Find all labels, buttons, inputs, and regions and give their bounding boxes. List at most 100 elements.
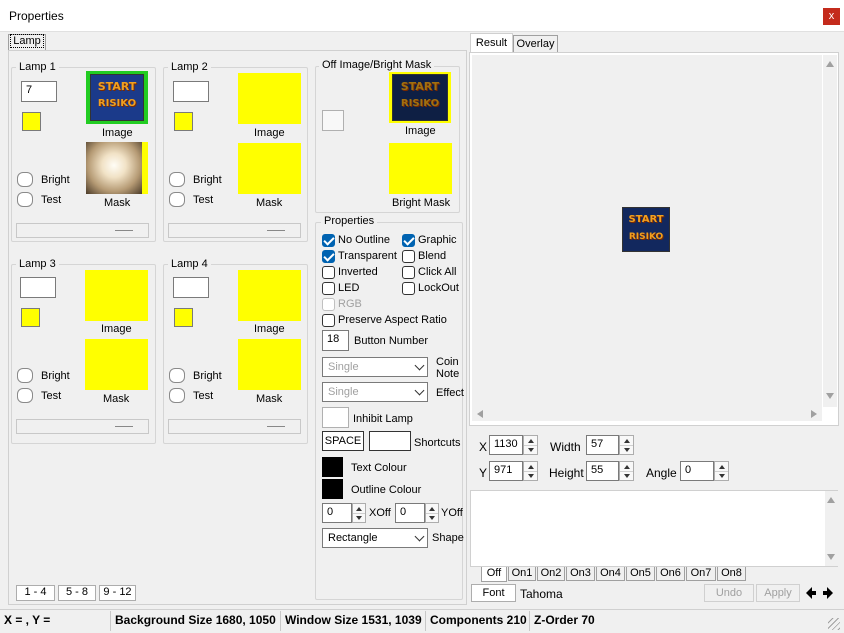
shortcut-secondary-field[interactable] [369,431,411,451]
state-tab-on2[interactable]: On2 [537,567,565,581]
shape-dropdown[interactable]: Rectangle [322,528,428,548]
width-spinner[interactable] [619,435,634,455]
off-image-bright-mask[interactable] [389,143,452,194]
coin-note-dropdown[interactable]: Single [322,357,428,377]
led-checkbox[interactable] [322,282,335,295]
x-input[interactable]: 1130 [489,435,523,455]
scroll-down-icon[interactable] [826,393,834,399]
tab-overlay[interactable]: Overlay [513,35,558,52]
state-tab-on3[interactable]: On3 [566,567,595,581]
resize-grip-icon[interactable] [828,618,840,630]
transparent-checkbox[interactable] [322,250,335,263]
xoff-input[interactable]: 0 [322,503,352,523]
angle-input[interactable]: 0 [680,461,714,481]
height-spinner[interactable] [619,461,634,481]
text-content-area[interactable] [470,490,838,567]
preserve-aspect-checkbox[interactable] [322,314,335,327]
lockout-checkbox[interactable] [402,282,415,295]
y-input[interactable]: 971 [489,461,523,481]
lamp-3-bright-checkbox[interactable] [17,368,33,383]
inverted-checkbox[interactable] [322,266,335,279]
graphic-checkbox[interactable] [402,234,415,247]
effect-dropdown[interactable]: Single [322,382,428,402]
lamp-3-mask[interactable] [85,339,148,390]
lamp-page-5-8-button[interactable]: 5 - 8 [58,585,96,601]
state-tab-on1[interactable]: On1 [508,567,536,581]
outline-colour-swatch[interactable] [322,479,343,499]
lamp-page-9-12-button[interactable]: 9 - 12 [99,585,136,601]
lamp-3-colour-swatch[interactable] [21,308,40,327]
lamp-2-number-input[interactable] [173,81,209,102]
lamp-4-slider-thumb[interactable] [267,426,285,427]
lamp-2-slider[interactable] [168,223,301,238]
lamp-1-slider[interactable] [16,223,149,238]
apply-button[interactable]: Apply [756,584,800,602]
lamp-3-slider[interactable] [16,419,149,434]
off-image-colour-swatch[interactable] [322,110,344,131]
arrow-right-icon[interactable] [823,587,833,599]
button-number-input[interactable]: 18 [322,330,349,351]
lamp-2-test-checkbox[interactable] [169,192,185,207]
lamp-1-colour-swatch[interactable] [22,112,41,131]
lamp-1-image[interactable]: START RISIKO [86,71,148,124]
shortcut-key-field[interactable]: SPACE [322,431,364,451]
lamp-4-colour-swatch[interactable] [174,308,193,327]
lamp-1-bright-checkbox[interactable] [17,172,33,187]
lamp-1-mask[interactable] [86,142,148,194]
font-button[interactable]: Font [471,584,516,602]
text-colour-swatch[interactable] [322,457,343,477]
lamp-2-mask[interactable] [238,143,301,194]
lamp-2-bright-checkbox[interactable] [169,172,185,187]
lamp-1-number-input[interactable]: 7 [21,81,57,102]
state-tab-on5[interactable]: On5 [626,567,655,581]
width-input[interactable]: 57 [586,435,619,455]
lamp-2-colour-swatch[interactable] [174,112,193,131]
height-input[interactable]: 55 [586,461,619,481]
inhibit-lamp-input[interactable] [322,407,349,428]
click-all-checkbox[interactable] [402,266,415,279]
state-tab-on4[interactable]: On4 [596,567,625,581]
state-tab-off[interactable]: Off [481,567,507,582]
lamp-1-test-checkbox[interactable] [17,192,33,207]
x-spinner[interactable] [523,435,538,455]
no-outline-checkbox[interactable] [322,234,335,247]
lamp-4-mask[interactable] [238,339,301,390]
arrow-left-icon[interactable] [806,587,816,599]
vertical-scrollbar[interactable] [823,55,837,407]
scroll-up-icon[interactable] [826,61,834,67]
off-image-image[interactable]: START RISIKO [389,72,451,123]
scroll-down-icon[interactable] [827,554,835,560]
lamp-2-slider-thumb[interactable] [267,230,285,231]
lamp-3-image[interactable] [85,270,148,321]
lamp-3-number-input[interactable] [20,277,56,298]
lamp-4-bright-checkbox[interactable] [169,368,185,383]
angle-spinner[interactable] [714,461,729,481]
scroll-left-icon[interactable] [477,410,483,418]
tab-result[interactable]: Result [470,33,513,52]
yoff-input[interactable]: 0 [395,503,425,523]
blend-checkbox[interactable] [402,250,415,263]
state-tab-on6[interactable]: On6 [656,567,685,581]
scroll-up-icon[interactable] [827,497,835,503]
lamp-3-slider-thumb[interactable] [115,426,133,427]
lamp-4-test-checkbox[interactable] [169,388,185,403]
lamp-4-number-input[interactable] [173,277,209,298]
xoff-spinner[interactable] [352,503,366,523]
lamp-4-slider[interactable] [168,419,301,434]
y-spinner[interactable] [523,461,538,481]
undo-button[interactable]: Undo [704,584,754,602]
lamp-2-image[interactable] [238,73,301,124]
lamp-3-test-checkbox[interactable] [17,388,33,403]
lamp-4-image[interactable] [238,270,301,321]
close-button[interactable]: x [823,8,840,25]
tab-lamp[interactable]: Lamp [8,34,46,50]
lamp-1-slider-thumb[interactable] [115,230,133,231]
horizontal-scrollbar[interactable] [472,407,822,421]
yoff-spinner[interactable] [425,503,439,523]
result-preview-image[interactable]: START RISIKO [622,207,670,252]
state-tab-on8[interactable]: On8 [717,567,746,581]
state-tab-on7[interactable]: On7 [686,567,716,581]
text-area-scrollbar[interactable] [825,491,838,566]
lamp-page-1-4-button[interactable]: 1 - 4 [16,585,55,601]
scroll-right-icon[interactable] [811,410,817,418]
